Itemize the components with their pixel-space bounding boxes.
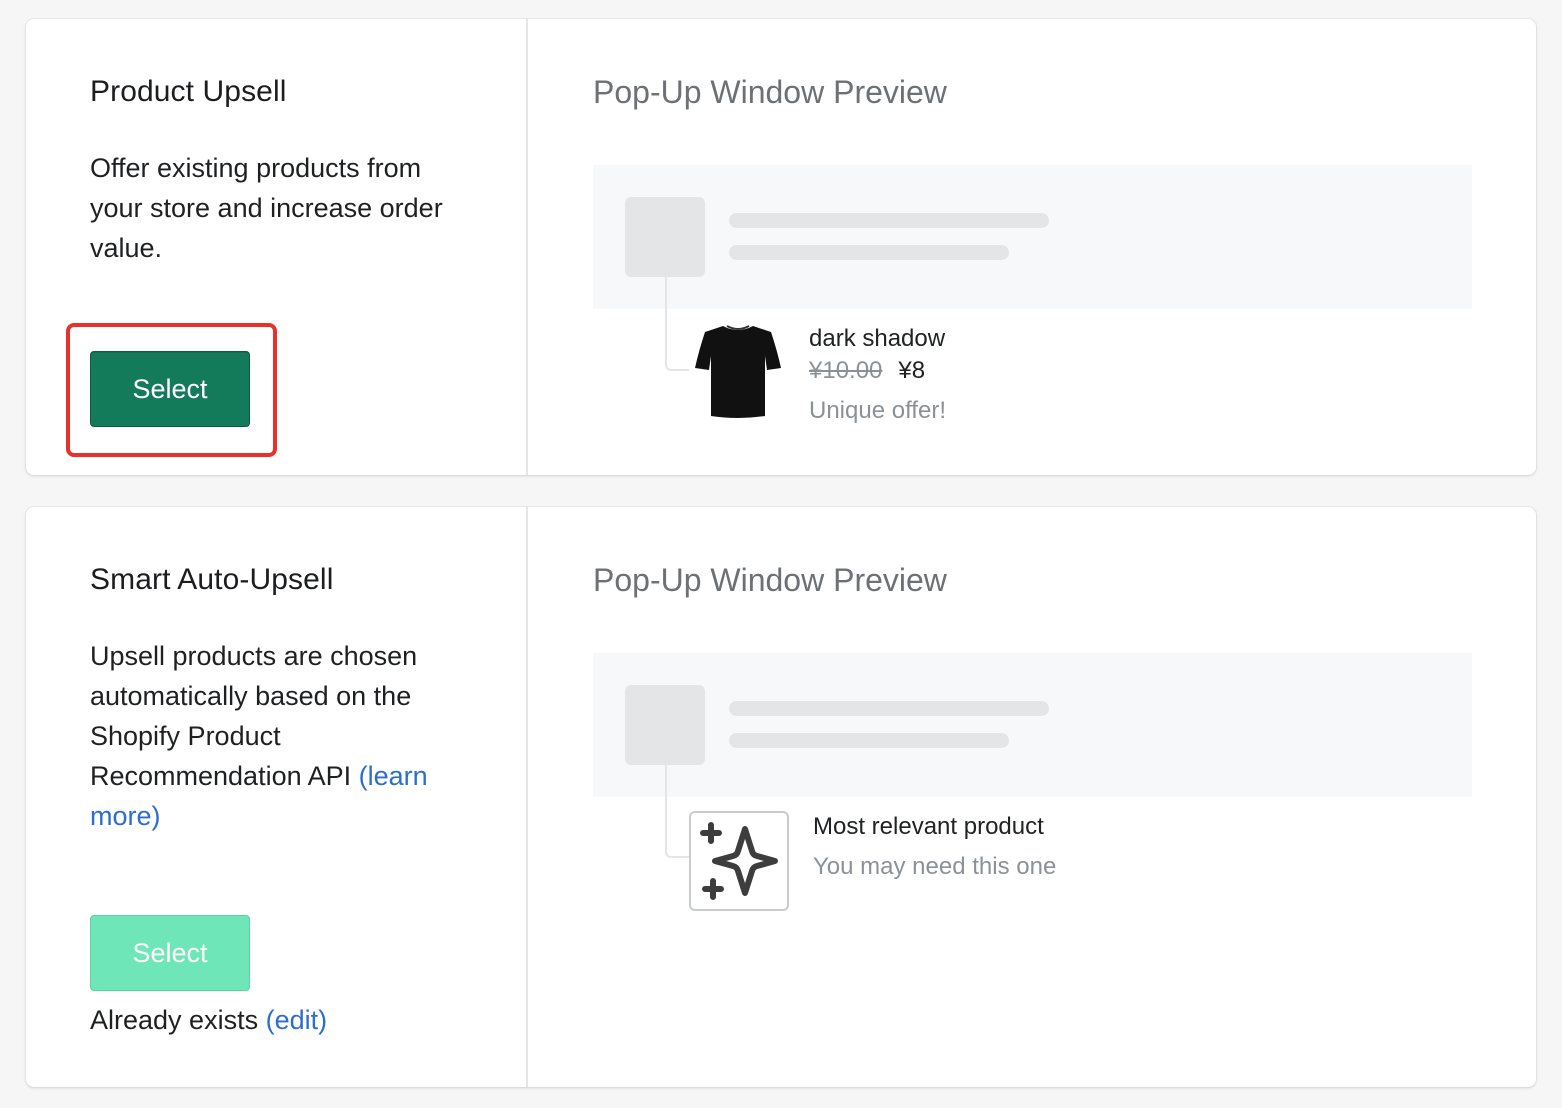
black-tshirt-icon	[693, 320, 783, 420]
upsell-card-smart: Smart Auto-Upsell Upsell products are ch…	[26, 507, 1536, 1087]
sale-price: ¥8	[898, 357, 926, 384]
status-text: Already exists (edit)	[90, 1003, 327, 1037]
product-name: dark shadow	[809, 325, 946, 352]
card-title: Product Upsell	[90, 75, 287, 108]
preview-title: Pop-Up Window Preview	[593, 562, 947, 598]
preview-placeholder	[593, 653, 1472, 797]
product-price: ¥10.00 ¥8	[809, 356, 925, 386]
card-description: Offer existing products from your store …	[90, 153, 443, 263]
preview-panel: Pop-Up Window Preview dark shadow ¥10.00…	[528, 19, 1536, 475]
product-subtitle: Unique offer!	[809, 397, 946, 424]
card-info-panel: Smart Auto-Upsell Upsell products are ch…	[26, 507, 528, 1087]
product-subtitle: You may need this one	[813, 853, 1057, 880]
card-title: Smart Auto-Upsell	[90, 563, 334, 596]
select-button[interactable]: Select	[90, 351, 250, 427]
preview-title: Pop-Up Window Preview	[593, 74, 947, 110]
product-name: Most relevant product	[813, 813, 1044, 840]
placeholder-line	[729, 213, 1049, 228]
placeholder-line	[729, 701, 1049, 716]
upsell-card-product: Product Upsell Offer existing products f…	[26, 19, 1536, 475]
placeholder-line	[729, 733, 1009, 748]
sparkles-icon	[689, 811, 789, 911]
connector-line	[665, 256, 689, 371]
preview-panel: Pop-Up Window Preview Most relevant prod…	[528, 507, 1536, 1087]
original-price: ¥10.00	[809, 357, 883, 384]
placeholder-line	[729, 245, 1009, 260]
edit-link[interactable]: (edit)	[266, 1005, 328, 1035]
card-info-panel: Product Upsell Offer existing products f…	[26, 19, 528, 475]
select-button-disabled: Select	[90, 915, 250, 991]
card-description: Upsell products are chosen automatically…	[90, 636, 470, 836]
preview-placeholder	[593, 165, 1472, 309]
connector-line	[665, 744, 689, 858]
already-exists-label: Already exists	[90, 1005, 266, 1035]
